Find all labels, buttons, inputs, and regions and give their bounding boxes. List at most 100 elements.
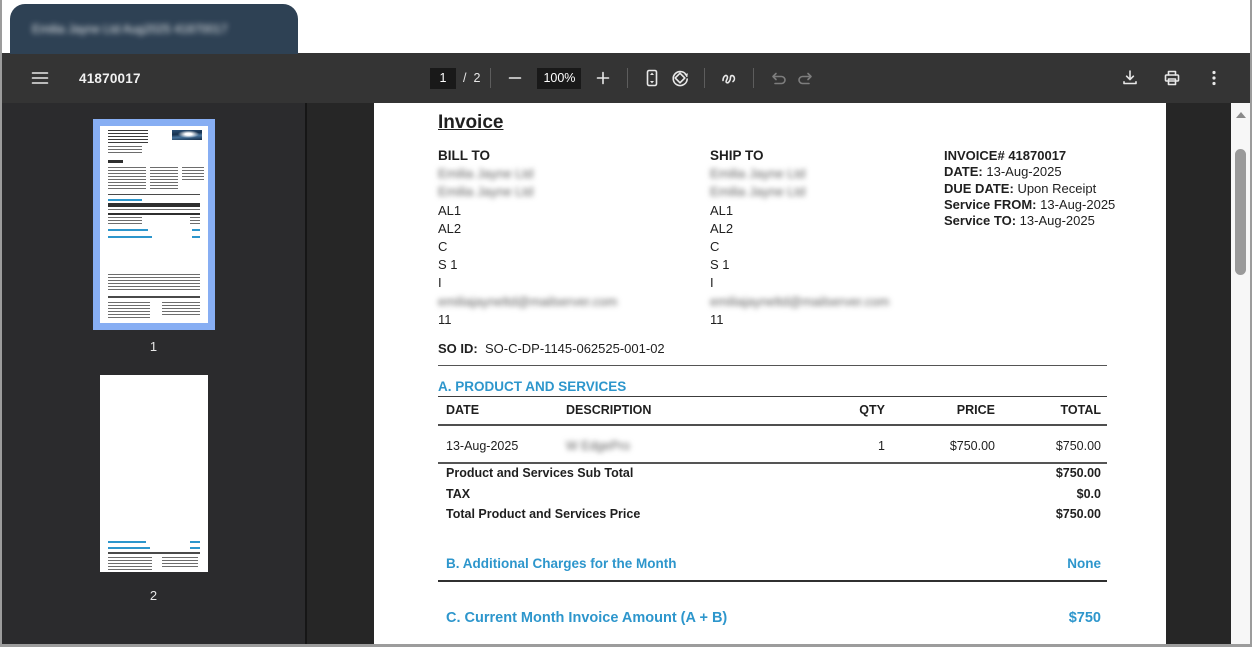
thumb-company-text: [108, 130, 148, 144]
so-id-label: SO ID:: [438, 341, 478, 356]
ship-to-address-line: S 1: [710, 256, 980, 274]
bill-to-label: BILL TO: [438, 147, 708, 165]
zoom-level[interactable]: 100%: [537, 68, 581, 89]
toolbar-divider: [490, 68, 491, 88]
section-c-title: C. Current Month Invoice Amount (A + B): [438, 610, 727, 626]
thumb-invoice-heading: [108, 160, 123, 163]
invoice-title: Invoice: [438, 112, 503, 134]
thumb-meta-text: [182, 167, 204, 182]
meta-value: 13-Aug-2025: [986, 164, 1061, 179]
thumb-billto-text: [108, 167, 146, 190]
thumb-footer-col1: [108, 302, 150, 318]
bill-to-last-line: 11: [438, 311, 708, 329]
zoom-out-button[interactable]: [501, 64, 529, 92]
thumb2-section-e-value: [190, 547, 200, 549]
undo-button[interactable]: [764, 64, 792, 92]
thumb-rule: [108, 194, 200, 195]
print-icon: [1162, 68, 1182, 88]
row-date: 13-Aug-2025: [438, 439, 566, 453]
browser-tab[interactable]: Emilia Jayne Ltd Aug2025 41870017: [10, 4, 298, 54]
rotate-button[interactable]: [666, 64, 694, 92]
toolbar-center: 1 / 2 100%: [430, 53, 820, 103]
ship-to-block: SHIP TO Emilia Jayne Ltd Emilia Jayne Lt…: [710, 147, 980, 329]
fit-page-button[interactable]: [638, 64, 666, 92]
document-title: 41870017: [79, 71, 141, 86]
thumb2-section-d-value: [190, 541, 200, 543]
download-icon: [1120, 68, 1140, 88]
more-options-button[interactable]: [1200, 64, 1228, 92]
row-price: $750.00: [885, 439, 995, 453]
toolbar-left: 41870017: [26, 64, 141, 92]
row-total: $750.00: [995, 439, 1107, 453]
section-c-value: $750: [1069, 610, 1107, 626]
total-row: Total Product and Services Price $750.00: [438, 504, 1107, 525]
thumb-section-a-title: [108, 199, 142, 201]
meta-row: DUE DATE: Upon Receipt: [944, 181, 1115, 197]
total-value: $750.00: [1056, 504, 1107, 525]
table-header-row: DATE DESCRIPTION QTY PRICE TOTAL: [438, 396, 1107, 426]
meta-label: DUE DATE:: [944, 181, 1014, 196]
redo-icon: [796, 68, 816, 88]
thumbnail-sidebar: 1 2: [2, 103, 307, 644]
bill-to-email-blurred: emiliajayneltd@mailserver.com: [438, 293, 708, 311]
thumb-section-b-value: [192, 229, 200, 231]
thumb2-rule: [108, 552, 200, 554]
pdf-viewer-window: Emilia Jayne Ltd Aug2025 41870017 418700…: [0, 0, 1252, 647]
scrollbar-up-arrow[interactable]: [1236, 112, 1246, 118]
zoom-in-button[interactable]: [589, 64, 617, 92]
section-c-row: C. Current Month Invoice Amount (A + B) …: [438, 610, 1107, 626]
col-qty: QTY: [815, 403, 885, 417]
pdf-page-1: Invoice BILL TO Emilia Jayne Ltd Emilia …: [374, 103, 1166, 644]
thumbnail-2-preview: [100, 375, 208, 572]
annotate-pen-icon: [719, 68, 739, 88]
tax-value: $0.0: [1077, 484, 1107, 505]
page-number-input[interactable]: 1: [430, 68, 456, 89]
download-button[interactable]: [1116, 64, 1144, 92]
pdf-viewport: Invoice BILL TO Emilia Jayne Ltd Emilia …: [309, 103, 1250, 644]
subtotal-value: $750.00: [1056, 463, 1107, 484]
tax-label: TAX: [438, 484, 470, 505]
ship-to-address-line: AL2: [710, 220, 980, 238]
thumb-section-b: [108, 229, 148, 231]
row-qty: 1: [815, 439, 885, 453]
thumbnail-page-2[interactable]: 2: [93, 368, 215, 617]
subtotal-row: Product and Services Sub Total $750.00: [438, 463, 1107, 484]
col-price: PRICE: [885, 403, 995, 417]
meta-row: Service FROM: 13-Aug-2025: [944, 197, 1115, 213]
toolbar-divider: [627, 68, 628, 88]
page-separator: /: [463, 71, 466, 85]
viewer-content: 1 2 Inv: [2, 103, 1250, 644]
meta-label: Service TO:: [944, 213, 1016, 228]
scrollbar-thumb[interactable]: [1235, 149, 1246, 275]
thumbnail-1-selection-highlight: [93, 119, 215, 330]
col-date: DATE: [438, 403, 566, 417]
rotate-icon: [670, 68, 690, 88]
thumb-table-header: [108, 203, 200, 207]
annotate-button[interactable]: [715, 64, 743, 92]
more-options-kebab-icon: [1204, 68, 1224, 88]
thumb-table-rule: [108, 213, 200, 215]
menu-button[interactable]: [26, 64, 54, 92]
ship-to-label: SHIP TO: [710, 147, 980, 165]
redo-button[interactable]: [792, 64, 820, 92]
bill-to-name-blurred: Emilia Jayne Ltd: [438, 183, 708, 201]
ship-to-email-blurred: emiliajayneltd@mailserver.com: [710, 293, 980, 311]
print-button[interactable]: [1158, 64, 1186, 92]
subtotal-label: Product and Services Sub Total: [438, 463, 633, 484]
totals-block: Product and Services Sub Total $750.00 T…: [438, 463, 1107, 525]
ship-to-address-line: C: [710, 238, 980, 256]
ship-to-address-line: I: [710, 274, 980, 292]
meta-row: Service TO: 13-Aug-2025: [944, 213, 1115, 229]
thumb-footer-col2: [162, 302, 200, 316]
vertical-scrollbar[interactable]: [1231, 103, 1250, 644]
invoice-number-value: 41870017: [1008, 148, 1066, 163]
fit-page-icon: [642, 68, 662, 88]
row-description-blurred: W EdgePro: [566, 439, 815, 453]
thumbnail-2-label: 2: [150, 588, 157, 603]
meta-label: DATE:: [944, 164, 983, 179]
thumb-totals-labels: [108, 217, 142, 225]
thumb-section-c: [108, 236, 152, 238]
products-table: DATE DESCRIPTION QTY PRICE TOTAL 13-Aug-…: [438, 396, 1107, 464]
thumbnail-page-1[interactable]: 1: [93, 119, 215, 368]
thumb-shipto-text: [150, 167, 178, 190]
